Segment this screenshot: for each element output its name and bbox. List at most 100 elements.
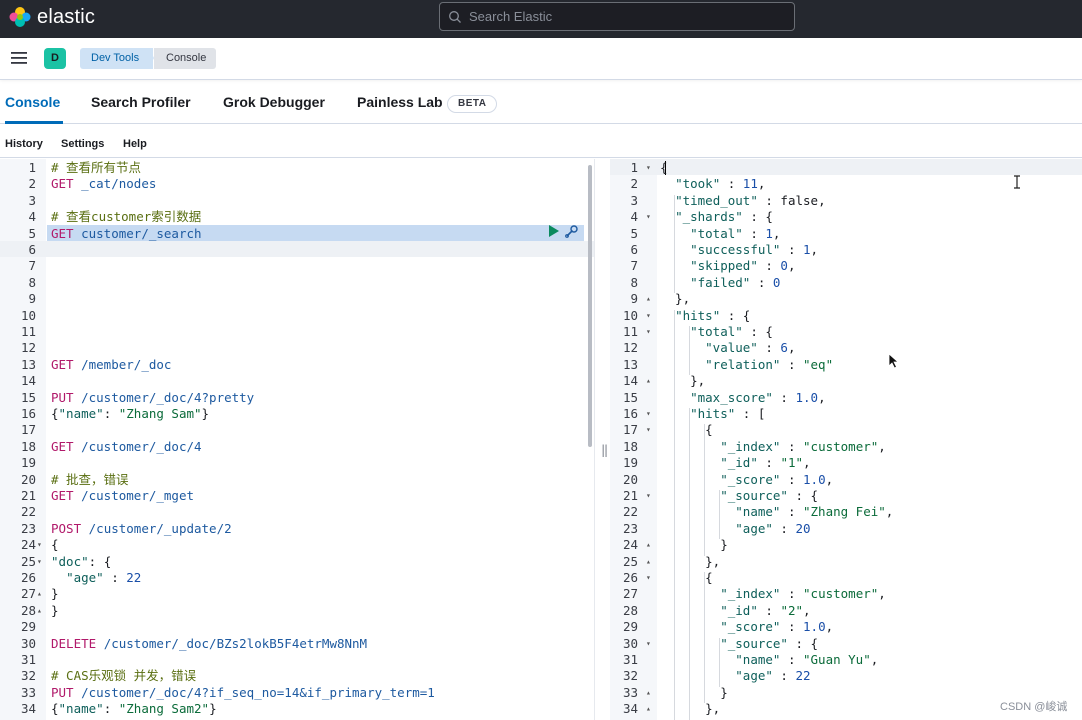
line-number: 29 — [20, 619, 36, 635]
json-text: { — [660, 160, 668, 175]
brand-name[interactable]: elastic — [37, 6, 95, 29]
search-icon — [449, 11, 461, 23]
fold-end-icon[interactable]: ▴ — [646, 701, 651, 717]
json-text: "_score" : 1.0, — [720, 471, 834, 487]
elastic-logo-icon[interactable] — [9, 6, 31, 28]
line-number: 21 — [622, 488, 638, 503]
fold-toggle-icon[interactable]: ▾ — [646, 160, 651, 176]
line-number: 1 — [28, 160, 36, 175]
editor-line[interactable]: 17 — [0, 422, 594, 438]
editor-line[interactable]: 7 — [0, 258, 594, 274]
line-number: 1 — [630, 160, 638, 175]
editor-line[interactable]: 13 GET /member/_doc — [0, 357, 594, 373]
editor-line[interactable]: 32 # CAS乐观锁 并发，错误 — [0, 668, 594, 684]
editor-line[interactable]: 4 # 查看customer索引数据 — [0, 209, 594, 225]
breadcrumb-dev-tools[interactable]: Dev Tools — [80, 48, 154, 69]
fold-end-icon[interactable]: ▴ — [646, 291, 651, 307]
editor-line[interactable]: 8 — [0, 275, 594, 291]
top-header: elastic Search Elastic — [0, 0, 1082, 38]
line-number: 31 — [622, 652, 638, 667]
text-cursor-icon — [1014, 175, 1020, 189]
editor-line[interactable]: 31 — [0, 652, 594, 668]
output-line: 24 ▴ } — [610, 537, 1082, 553]
request-editor[interactable]: 1 # 查看所有节点 2 GET _cat/nodes 3 4 # 查看customer索引… — [0, 159, 594, 720]
search-input[interactable]: Search Elastic — [439, 2, 795, 31]
json-text: "name" : "Guan Yu", — [735, 652, 879, 667]
breadcrumb-console: Console — [154, 48, 217, 69]
editor-line[interactable]: 9 — [0, 291, 594, 307]
fold-toggle-icon[interactable]: ▾ — [646, 308, 651, 324]
resizer-handle[interactable]: ‖ — [601, 443, 608, 457]
editor-line[interactable]: 5 GET customer/_search — [0, 226, 594, 242]
editor-line[interactable]: 19 — [0, 455, 594, 471]
json-text: "timed_out" : false, — [675, 192, 826, 208]
json-text: "_source" : { — [720, 488, 819, 503]
line-number: 2 — [28, 176, 36, 192]
editor-line[interactable]: 11 — [0, 324, 594, 340]
breadcrumb-bar: D Dev Tools Console — [0, 38, 1082, 80]
editor-line[interactable]: 26 "age" : 22 — [0, 570, 594, 586]
editor-line[interactable]: 15 PUT /customer/_doc/4?pretty — [0, 390, 594, 406]
fold-toggle-icon[interactable]: ▾ — [646, 636, 651, 652]
editor-line[interactable]: 14 — [0, 373, 594, 389]
tab-search-profiler[interactable]: Search Profiler — [91, 94, 191, 110]
line-number: 13 — [20, 356, 36, 372]
output-line: 17 ▾ { — [610, 422, 1082, 438]
fold-toggle-icon[interactable]: ▾ — [37, 537, 42, 553]
line-number: 3 — [28, 192, 36, 208]
menu-help[interactable]: Help — [123, 138, 147, 150]
pane-resizer[interactable]: ‖ — [594, 159, 610, 720]
fold-toggle-icon[interactable]: ▾ — [37, 554, 42, 570]
editor-line[interactable]: 1 # 查看所有节点 — [0, 160, 594, 176]
line-number: 25 — [20, 553, 36, 569]
editor-line[interactable]: 28 ▴} — [0, 603, 594, 619]
editor-line[interactable]: 23 POST /customer/_update/2 — [0, 521, 594, 537]
fold-toggle-icon[interactable]: ▾ — [646, 488, 651, 504]
menu-settings[interactable]: Settings — [61, 138, 104, 150]
line-number: 6 — [630, 242, 638, 257]
json-text: "_score" : 1.0, — [720, 619, 834, 635]
fold-toggle-icon[interactable]: ▾ — [646, 324, 651, 340]
fold-end-icon[interactable]: ▴ — [37, 603, 42, 619]
editor-line[interactable]: 2 GET _cat/nodes — [0, 176, 594, 192]
fold-toggle-icon[interactable]: ▾ — [646, 406, 651, 422]
fold-end-icon[interactable]: ▴ — [646, 685, 651, 701]
editor-line[interactable]: 21 GET /customer/_mget — [0, 488, 594, 504]
fold-toggle-icon[interactable]: ▾ — [646, 422, 651, 438]
fold-toggle-icon[interactable]: ▾ — [646, 209, 651, 225]
output-line: 7 "skipped" : 0, — [610, 258, 1082, 274]
line-number: 30 — [622, 635, 638, 651]
editor-line[interactable]: 18 GET /customer/_doc/4 — [0, 439, 594, 455]
editor-line[interactable]: 3 — [0, 193, 594, 209]
editor-line[interactable]: 25 ▾ "doc": { — [0, 554, 594, 570]
fold-end-icon[interactable]: ▴ — [646, 537, 651, 553]
editor-line[interactable]: 6 — [0, 242, 594, 258]
json-text: } — [660, 537, 728, 553]
editor-line[interactable]: 33 PUT /customer/_doc/4?if_seq_no=14&if_p… — [0, 685, 594, 701]
response-output[interactable]: 1 ▾{2 "took" : 11, 3 "timed_out" : false, 4… — [610, 159, 1082, 720]
fold-end-icon[interactable]: ▴ — [37, 586, 42, 602]
editor-line[interactable]: 27 ▴} — [0, 586, 594, 602]
line-number: 4 — [28, 209, 36, 225]
hamburger-menu-icon[interactable] — [11, 51, 27, 65]
tab-grok-debugger[interactable]: Grok Debugger — [223, 94, 325, 110]
editor-line[interactable]: 24 ▾ { — [0, 537, 594, 553]
line-number: 15 — [622, 389, 638, 405]
fold-end-icon[interactable]: ▴ — [646, 554, 651, 570]
editor-line[interactable]: 12 — [0, 340, 594, 356]
tab-console[interactable]: Console — [5, 94, 60, 110]
fold-end-icon[interactable]: ▴ — [646, 373, 651, 389]
code-text: "age" : 22 — [66, 570, 142, 585]
editor-line[interactable]: 34 {"name": "Zhang Sam2"} — [0, 701, 594, 717]
editor-line[interactable]: 16 {"name": "Zhang Sam"} — [0, 406, 594, 422]
editor-line[interactable]: 30 DELETE /customer/_doc/BZs2lokB5F4etrMw… — [0, 636, 594, 652]
line-number: 27 — [622, 586, 638, 602]
menu-history[interactable]: History — [5, 138, 43, 150]
tab-painless-lab[interactable]: Painless Lab — [357, 94, 443, 110]
editor-line[interactable]: 22 — [0, 504, 594, 520]
editor-line[interactable]: 10 — [0, 308, 594, 324]
editor-line[interactable]: 29 — [0, 619, 594, 635]
editor-line[interactable]: 20 # 批查，错误 — [0, 472, 594, 488]
space-avatar[interactable]: D — [44, 48, 66, 69]
fold-toggle-icon[interactable]: ▾ — [646, 570, 651, 586]
